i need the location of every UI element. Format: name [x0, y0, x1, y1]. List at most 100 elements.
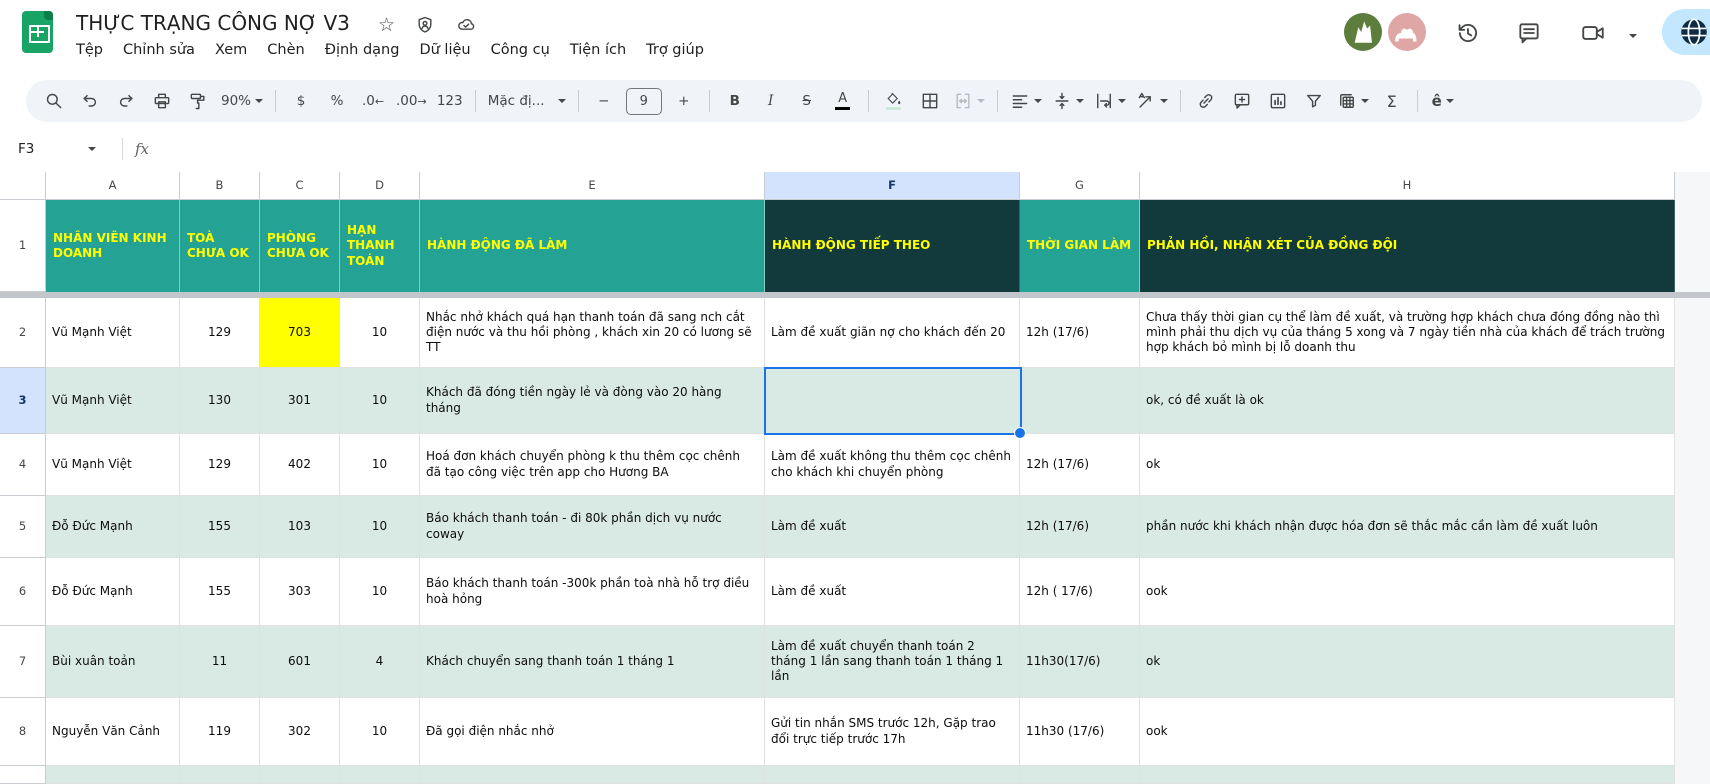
redo-icon[interactable]: [110, 87, 142, 115]
cell-C6[interactable]: 303: [260, 558, 340, 626]
cell-A7[interactable]: Bùi xuân toản: [46, 626, 180, 698]
cell-C2[interactable]: 703: [260, 298, 340, 368]
increase-font-size-button[interactable]: +: [668, 87, 700, 115]
cell-B3[interactable]: 130: [180, 368, 260, 434]
horizontal-align-button[interactable]: [1007, 87, 1045, 115]
create-filter-icon[interactable]: [1298, 87, 1330, 115]
cell-E7[interactable]: Khách chuyển sang thanh toán 1 tháng 1: [420, 626, 765, 698]
cell-C8[interactable]: 302: [260, 698, 340, 766]
cell-B5[interactable]: 155: [180, 496, 260, 558]
undo-icon[interactable]: [74, 87, 106, 115]
insert-link-icon[interactable]: [1190, 87, 1222, 115]
cell-D9[interactable]: [340, 766, 420, 784]
cell-E8[interactable]: Đã gọi điện nhắc nhở: [420, 698, 765, 766]
insert-comment-icon[interactable]: [1226, 87, 1258, 115]
cell-G7[interactable]: 11h30(17/6): [1020, 626, 1140, 698]
cell-D4[interactable]: 10: [340, 434, 420, 496]
cell-D5[interactable]: 10: [340, 496, 420, 558]
format-currency-button[interactable]: $: [285, 87, 317, 115]
search-icon[interactable]: [38, 87, 70, 115]
column-header-A[interactable]: A: [46, 172, 180, 200]
cell-E6[interactable]: Báo khách thanh toán -300k phần toà nhà …: [420, 558, 765, 626]
menu-extensions[interactable]: Tiện ích: [560, 38, 636, 62]
cell-G1[interactable]: THỜI GIAN LÀM: [1020, 200, 1140, 292]
cell-B4[interactable]: 129: [180, 434, 260, 496]
paint-format-icon[interactable]: [182, 87, 214, 115]
cell-D6[interactable]: 10: [340, 558, 420, 626]
cell-E3[interactable]: Khách đã đóng tiền ngày lẻ và đòng vào 2…: [420, 368, 765, 434]
sum-functions-button[interactable]: Σ: [1376, 87, 1408, 115]
cell-F7[interactable]: Làm đề xuất chuyển thanh toán 2 tháng 1 …: [765, 626, 1020, 698]
cell-A3[interactable]: Vũ Mạnh Việt: [46, 368, 180, 434]
star-icon[interactable]: ☆: [378, 14, 395, 36]
vertical-align-button[interactable]: [1049, 87, 1087, 115]
decrease-font-size-button[interactable]: −: [588, 87, 620, 115]
cell-B2[interactable]: 129: [180, 298, 260, 368]
fill-color-button[interactable]: [878, 87, 910, 115]
cell-F8[interactable]: Gửi tin nhắn SMS trước 12h, Gặp trao đổi…: [765, 698, 1020, 766]
row-header-3[interactable]: 3: [0, 368, 46, 434]
cell-C5[interactable]: 103: [260, 496, 340, 558]
select-all-corner[interactable]: [0, 172, 46, 200]
cell-C1[interactable]: PHÒNG CHƯA OK: [260, 200, 340, 292]
cell-A1[interactable]: NHÂN VIÊN KINH DOANH: [46, 200, 180, 292]
cell-F6[interactable]: Làm đề xuất: [765, 558, 1020, 626]
increase-decimal-button[interactable]: .00→: [393, 87, 430, 115]
row-header-5[interactable]: 5: [0, 496, 46, 558]
name-box[interactable]: F3: [18, 141, 96, 157]
row-header-1[interactable]: 1: [0, 200, 46, 292]
collaborator-avatar-wolf[interactable]: [1344, 13, 1382, 51]
row-header-7[interactable]: 7: [0, 626, 46, 698]
row-header-8[interactable]: 8: [0, 698, 46, 766]
cell-G2[interactable]: 12h (17/6): [1020, 298, 1140, 368]
cell-A9[interactable]: [46, 766, 180, 784]
menu-tools[interactable]: Công cụ: [481, 38, 560, 62]
version-history-icon[interactable]: [1455, 20, 1481, 46]
cell-C9[interactable]: [260, 766, 340, 784]
cell-E1[interactable]: HÀNH ĐỘNG ĐÃ LÀM: [420, 200, 765, 292]
menu-view[interactable]: Xem: [205, 38, 257, 62]
merge-cells-button[interactable]: [950, 87, 988, 115]
cell-D3[interactable]: 10: [340, 368, 420, 434]
cell-G3[interactable]: [1020, 368, 1140, 434]
cell-D8[interactable]: 10: [340, 698, 420, 766]
input-tools-button[interactable]: ê: [1427, 87, 1459, 115]
row-header-9[interactable]: [0, 766, 46, 784]
cell-E4[interactable]: Hoá đơn khách chuyển phòng k thu thêm cọ…: [420, 434, 765, 496]
menu-help[interactable]: Trợ giúp: [636, 38, 714, 62]
column-header-C[interactable]: C: [260, 172, 340, 200]
cell-B7[interactable]: 11: [180, 626, 260, 698]
menu-insert[interactable]: Chèn: [257, 38, 314, 62]
menu-data[interactable]: Dữ liệu: [409, 38, 480, 62]
column-header-F[interactable]: F: [765, 172, 1020, 200]
cell-F2[interactable]: Làm đề xuất giãn nợ cho khách đến 20: [765, 298, 1020, 368]
cell-A4[interactable]: Vũ Mạnh Việt: [46, 434, 180, 496]
strikethrough-button[interactable]: S: [791, 87, 823, 115]
cell-D7[interactable]: 4: [340, 626, 420, 698]
text-color-button[interactable]: A: [827, 87, 859, 115]
cell-D1[interactable]: HẠN THANH TOÁN: [340, 200, 420, 292]
cell-G6[interactable]: 12h ( 17/6): [1020, 558, 1140, 626]
cell-B1[interactable]: TOÀ CHƯA OK: [180, 200, 260, 292]
cell-B6[interactable]: 155: [180, 558, 260, 626]
cell-G4[interactable]: 12h (17/6): [1020, 434, 1140, 496]
text-wrap-button[interactable]: [1091, 87, 1129, 115]
font-selector[interactable]: Mặc đị...: [485, 87, 569, 115]
menu-file[interactable]: Tệp: [66, 38, 113, 62]
cell-D2[interactable]: 10: [340, 298, 420, 368]
cell-F5[interactable]: Làm đề xuất: [765, 496, 1020, 558]
cell-H5[interactable]: phần nước khi khách nhận được hóa đơn sẽ…: [1140, 496, 1675, 558]
row-header-2[interactable]: 2: [0, 298, 46, 368]
cell-H1[interactable]: PHẢN HỒI, NHẬN XÉT CỦA ĐỒNG ĐỘI: [1140, 200, 1675, 292]
menu-edit[interactable]: Chỉnh sửa: [113, 38, 205, 62]
cell-F1[interactable]: HÀNH ĐỘNG TIẾP THEO: [765, 200, 1020, 292]
column-header-G[interactable]: G: [1020, 172, 1140, 200]
cell-G9[interactable]: [1020, 766, 1140, 784]
decrease-decimal-button[interactable]: .0←: [357, 87, 389, 115]
cell-B9[interactable]: [180, 766, 260, 784]
cell-H3[interactable]: ok, có đề xuất là ok: [1140, 368, 1675, 434]
cell-B8[interactable]: 119: [180, 698, 260, 766]
cell-A5[interactable]: Đỗ Đức Mạnh: [46, 496, 180, 558]
more-formats-button[interactable]: 123: [434, 87, 466, 115]
cell-A6[interactable]: Đỗ Đức Mạnh: [46, 558, 180, 626]
